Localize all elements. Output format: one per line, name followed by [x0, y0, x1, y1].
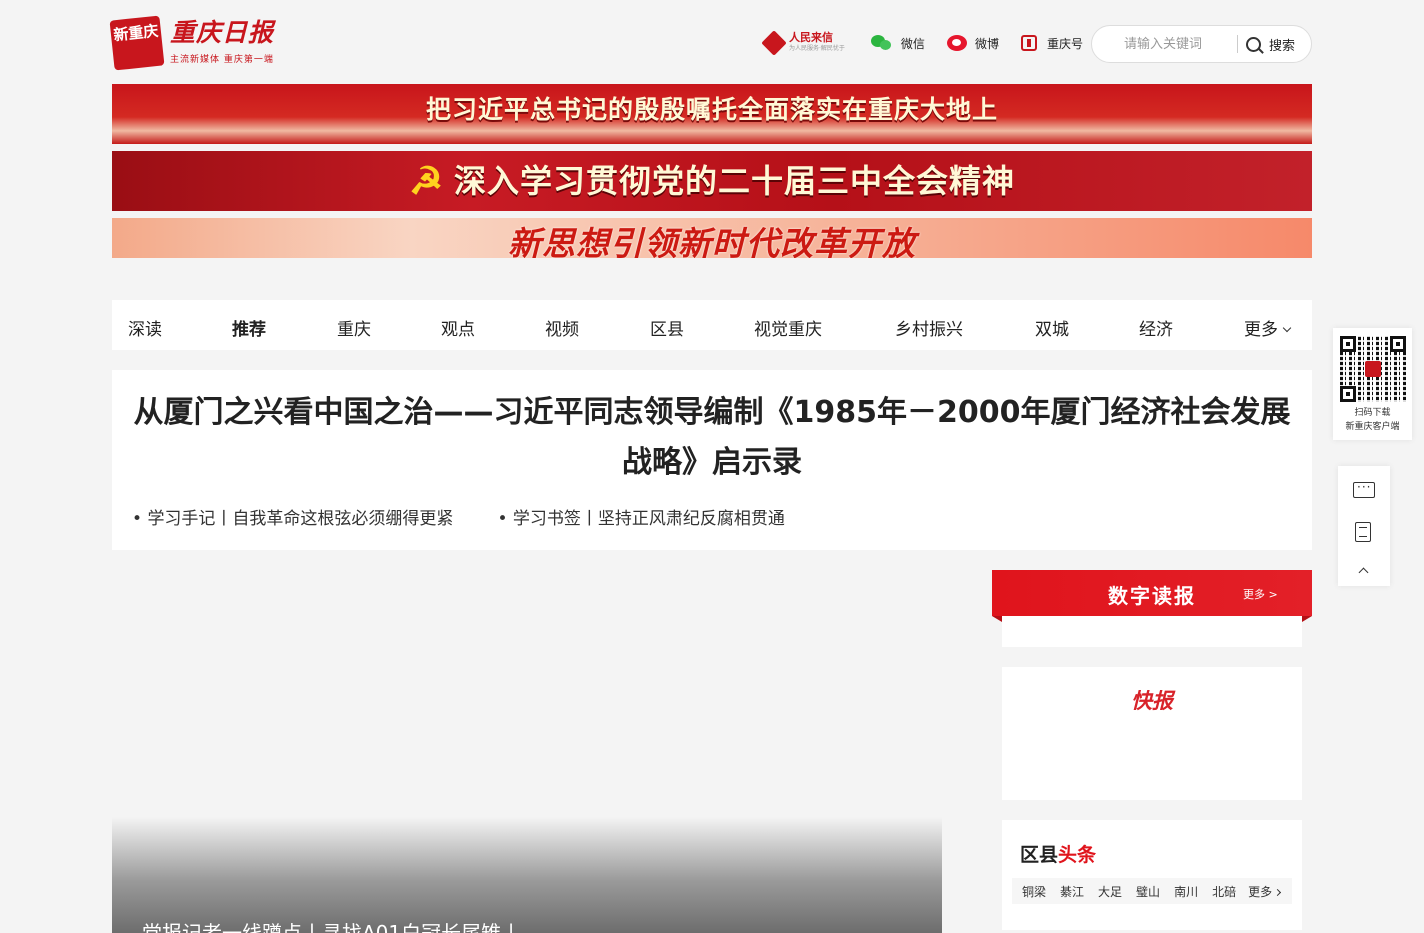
banner-3-text: 新思想引领新时代改革开放: [508, 224, 916, 258]
nav-more-label: 更多: [1244, 320, 1278, 340]
party-emblem-icon: ☭: [408, 158, 445, 203]
people-letter-title: 人民来信: [789, 31, 833, 44]
banner-1-text: 把习近平总书记的殷殷嘱托全面落实在重庆大地上: [425, 95, 998, 124]
cqh-link[interactable]: 重庆号: [1020, 35, 1083, 52]
county-tab-tongliang[interactable]: 铜梁: [1022, 883, 1046, 900]
people-letter-link[interactable]: 人民来信 为人民服务·解民忧于: [761, 30, 845, 56]
main-nav: 深读 推荐 重庆 观点 视频 区县 视觉重庆 乡村振兴 双城 经济 更多: [112, 300, 1312, 350]
sub-link-study-bookmark[interactable]: 学习书签丨坚持正风肃纪反腐相贯通: [497, 504, 785, 529]
site-header: 新重庆 重庆日报 主流新媒体 重庆第一端 人民来信 为人民服务·解民忧于 微信 …: [109, 14, 1312, 74]
search-input[interactable]: [1092, 32, 1237, 56]
wechat-label: 微信: [900, 36, 925, 51]
document-icon[interactable]: [1352, 521, 1376, 545]
banner-plenary-session[interactable]: ☭ 深入学习贯彻党的二十届三中全会精神: [112, 151, 1312, 211]
epaper-more-link[interactable]: 更多 >: [1243, 586, 1278, 602]
banner-reform[interactable]: 新思想引领新时代改革开放: [112, 218, 1312, 258]
logo-mark: 新重庆: [109, 15, 165, 71]
nav-item-chongqing[interactable]: 重庆: [337, 315, 371, 340]
nav-item-more[interactable]: 更多: [1244, 315, 1292, 340]
nav-item-districts[interactable]: 区县: [650, 315, 684, 340]
county-tabs: 铜梁 綦江 大足 璧山 南川 北碚 更多: [1012, 878, 1292, 904]
app-download-qr-panel: 扫码下载 新重庆客户端: [1333, 328, 1412, 440]
search-box: 搜索: [1091, 25, 1312, 63]
nav-item-opinion[interactable]: 观点: [441, 315, 475, 340]
headline-sub-links: 学习手记丨自我革命这根弦必须绷得更紧 学习书签丨坚持正风肃纪反腐相贯通: [132, 504, 829, 529]
flash-news-card: 快报: [1002, 667, 1302, 800]
cqh-icon: [1020, 35, 1037, 51]
side-tools: [1338, 466, 1390, 586]
wechat-icon: [870, 35, 893, 51]
headline-title[interactable]: 从厦门之兴看中国之治——习近平同志领导编制《1985年－2000年厦门经济社会发…: [112, 388, 1312, 488]
search-icon: [1246, 36, 1261, 52]
nav-item-deep-read[interactable]: 深读: [128, 315, 162, 340]
back-to-top-icon[interactable]: [1352, 560, 1376, 584]
county-more-link[interactable]: 更多: [1248, 883, 1282, 900]
nav-item-video[interactable]: 视频: [545, 315, 579, 340]
nav-item-recommend[interactable]: 推荐: [232, 315, 266, 340]
county-tab-bishan[interactable]: 璧山: [1136, 883, 1160, 900]
nav-item-rural-revival[interactable]: 乡村振兴: [895, 315, 963, 340]
nav-item-visual-chongqing[interactable]: 视觉重庆: [754, 315, 822, 340]
logo-name: 重庆日报: [170, 18, 275, 47]
weibo-link[interactable]: 微博: [946, 35, 999, 52]
comment-icon[interactable]: [1352, 480, 1376, 504]
qr-logo-icon: [1364, 361, 1381, 377]
epaper-body[interactable]: [1002, 616, 1302, 647]
chevron-right-icon: [1274, 888, 1282, 896]
headline-card: 从厦门之兴看中国之治——习近平同志领导编制《1985年－2000年厦门经济社会发…: [112, 370, 1312, 550]
hero-image[interactable]: 党报记者一线蹲点丨寻找A01白冠长尾雉丨: [112, 817, 942, 933]
weibo-icon: [946, 35, 967, 51]
people-letter-icon: [761, 30, 787, 56]
county-headlines-title: 区县头条: [1020, 844, 1097, 866]
nav-item-twin-cities[interactable]: 双城: [1035, 315, 1069, 340]
county-headlines-card: 区县头条 铜梁 綦江 大足 璧山 南川 北碚 更多: [1002, 820, 1302, 930]
header-links: 人民来信 为人民服务·解民忧于 微信 微博 重庆号: [761, 30, 1105, 56]
qr-caption: 扫码下载 新重庆客户端: [1345, 408, 1400, 432]
weibo-label: 微博: [974, 36, 999, 51]
hero-caption: 党报记者一线蹲点丨寻找A01白冠长尾雉丨: [142, 921, 522, 933]
epaper-header: 数字读报 更多 >: [992, 570, 1312, 616]
search-button[interactable]: 搜索: [1246, 35, 1295, 54]
search-button-label: 搜索: [1269, 38, 1296, 54]
nav-item-economy[interactable]: 经济: [1139, 315, 1173, 340]
wechat-link[interactable]: 微信: [870, 35, 925, 52]
qr-code-icon: [1339, 336, 1406, 402]
cqh-label: 重庆号: [1046, 36, 1083, 51]
search-divider: [1237, 35, 1238, 53]
county-tab-qijiang[interactable]: 綦江: [1060, 883, 1084, 900]
people-letter-sub: 为人民服务·解民忧于: [789, 45, 845, 52]
banner-2-text: 深入学习贯彻党的二十届三中全会精神: [454, 162, 1016, 200]
county-tab-beibei[interactable]: 北碚: [1212, 883, 1236, 900]
chevron-down-icon: [1282, 323, 1292, 333]
county-tab-dazu[interactable]: 大足: [1098, 883, 1122, 900]
county-tab-nanchuan[interactable]: 南川: [1174, 883, 1198, 900]
logo-slogan: 主流新媒体 重庆第一端: [170, 55, 274, 65]
site-logo[interactable]: 新重庆 重庆日报 主流新媒体 重庆第一端: [109, 15, 275, 71]
epaper-ribbon-right: [1302, 616, 1312, 622]
sub-link-study-notes[interactable]: 学习手记丨自我革命这根弦必须绷得更紧: [132, 504, 453, 529]
banner-chongqing-mandate[interactable]: 把习近平总书记的殷殷嘱托全面落实在重庆大地上: [112, 84, 1312, 144]
flash-news-title: 快报: [1131, 688, 1173, 713]
epaper-ribbon-left: [992, 616, 1002, 622]
